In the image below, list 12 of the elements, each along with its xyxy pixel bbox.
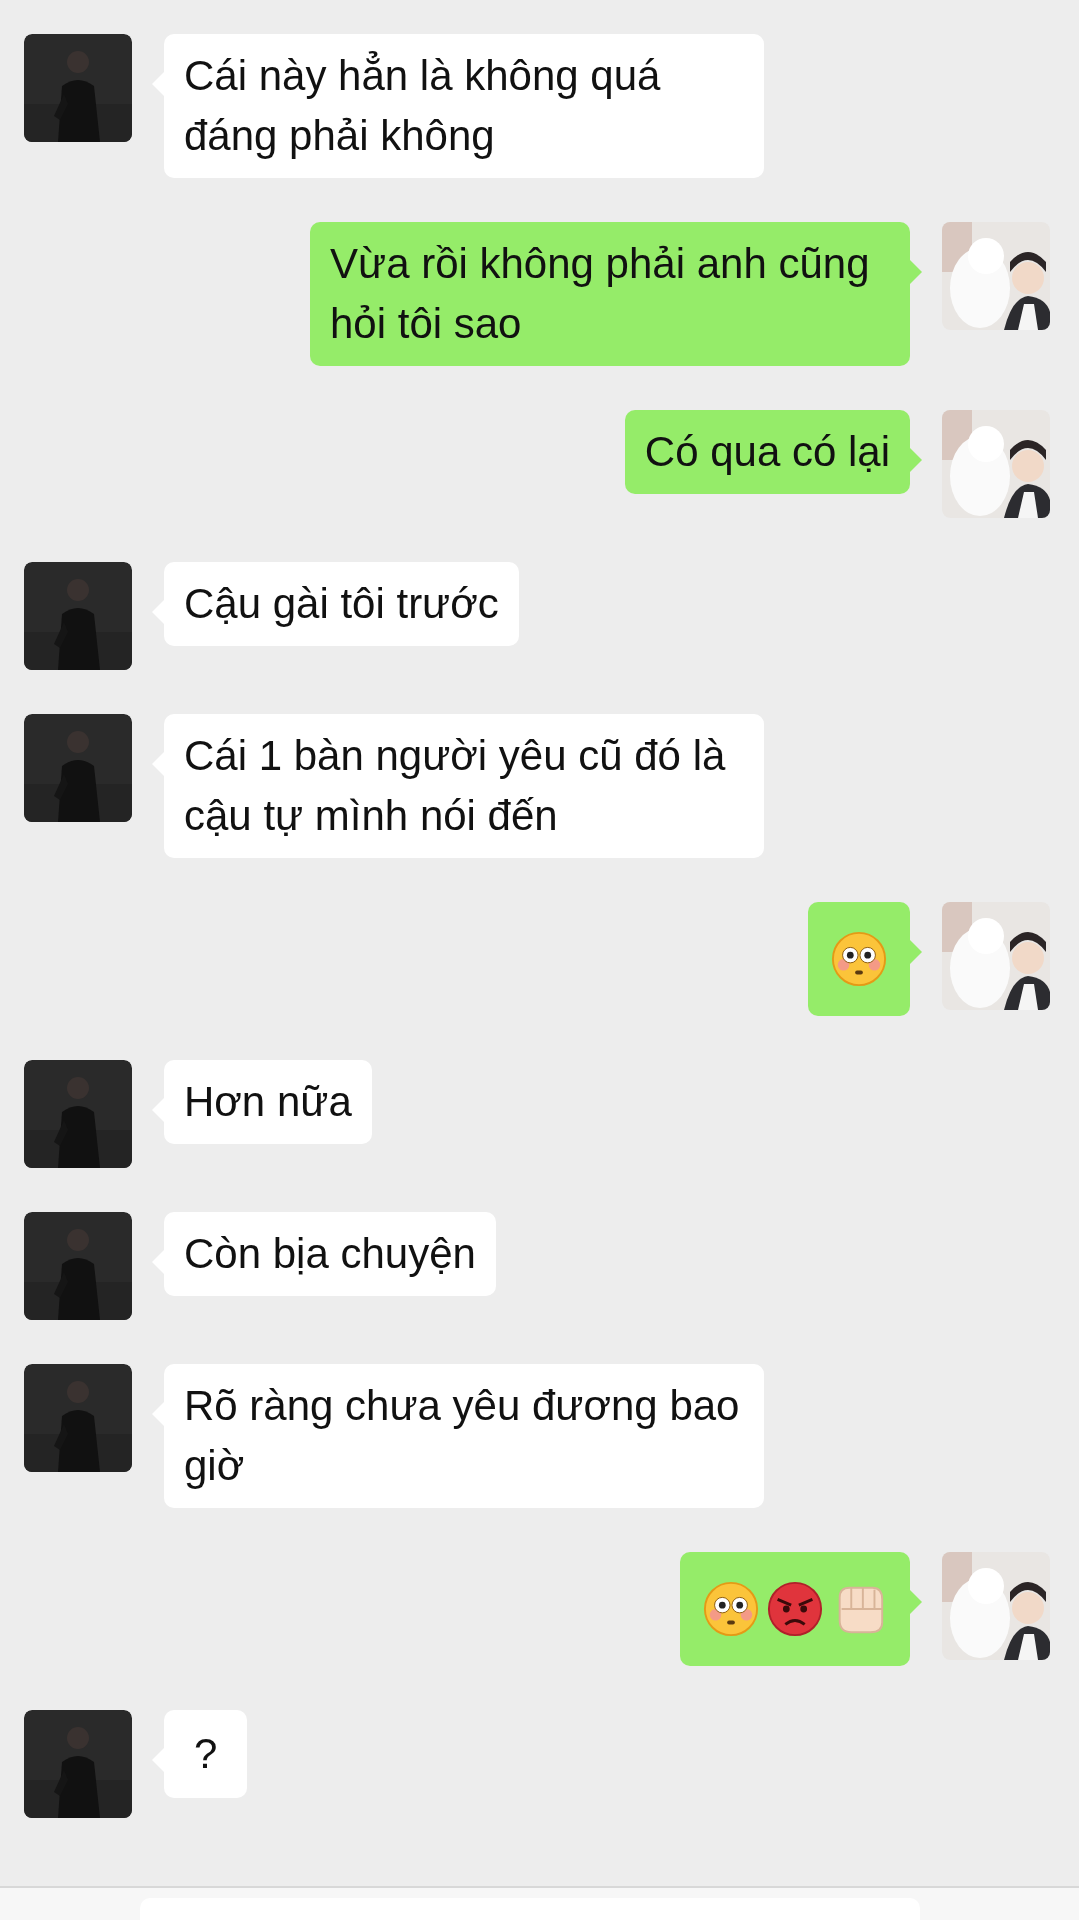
message-bubble: Có qua có lại [624,410,910,494]
message-bubble: Còn bịa chuyện [164,1212,496,1296]
message-bubble: Cái 1 bàn người yêu cũ đó là cậu tự mình nói đến [164,714,764,858]
message-bubble: Vừa rồi không phải anh cũng hỏi tôi sao [310,222,910,366]
message-bubble: Rõ ràng chưa yêu đương bao giờ [164,1364,764,1508]
message-bubble: Cái này hẳn là không quá đáng phải không [164,34,764,178]
flushed-face-icon [702,1580,760,1638]
message-bubble: Hơn nữa [164,1060,372,1144]
message-bubble: Cậu gài tôi trước [164,562,519,646]
message-bubble: ? [164,1710,248,1798]
flushed-face-icon [830,930,888,988]
angry-face-icon [766,1580,824,1638]
